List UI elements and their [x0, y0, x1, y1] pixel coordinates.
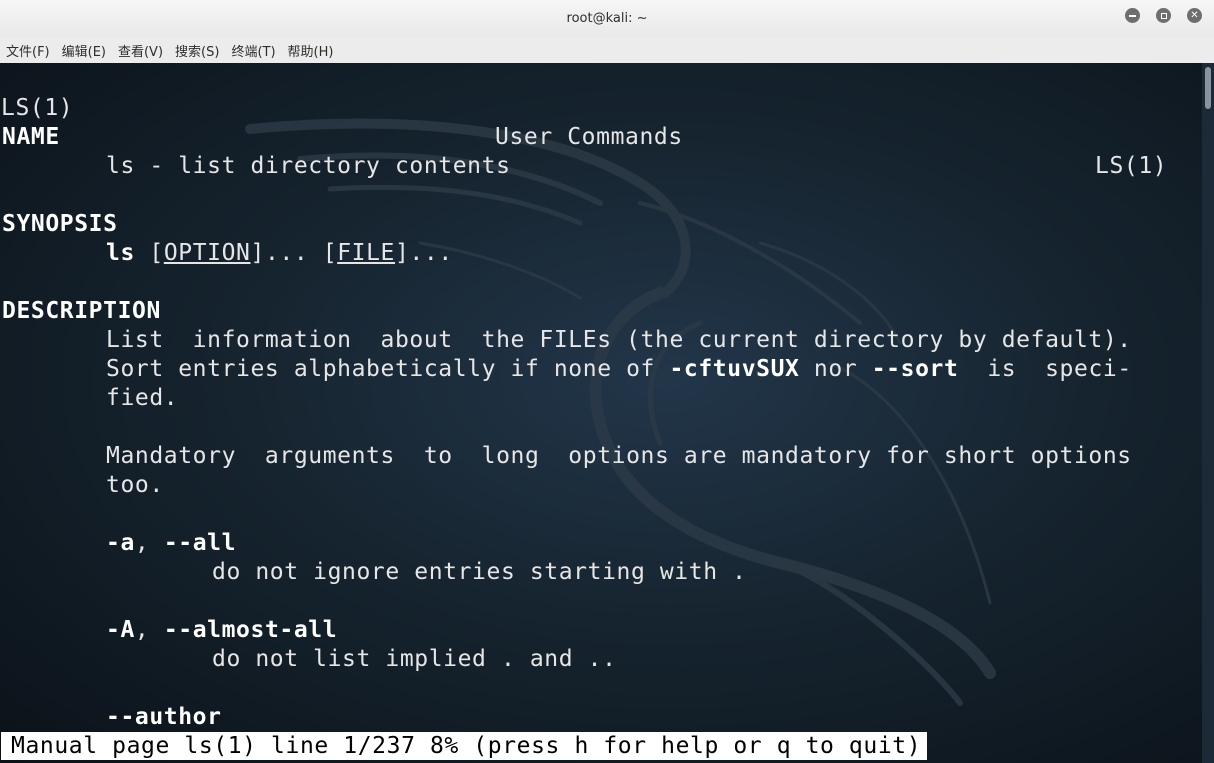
- minimize-icon: [1129, 14, 1136, 17]
- description-line-1: List information about the FILEs (the cu…: [106, 327, 1132, 353]
- option-almost-all: -A, --almost-all: [106, 617, 338, 643]
- description-line-2-mid: nor: [799, 356, 872, 382]
- menu-file[interactable]: 文件(F): [6, 41, 50, 60]
- flag-cftuvsux: -cftuvSUX: [669, 356, 800, 382]
- window-title: root@kali: ~: [566, 11, 648, 26]
- option-almost-all-description: do not list implied . and ..: [212, 646, 617, 672]
- option-a-short: -a: [106, 530, 135, 556]
- header-left: LS(1): [1, 95, 74, 121]
- maximize-button[interactable]: [1156, 8, 1171, 23]
- option-a-long: --all: [163, 530, 237, 556]
- menu-terminal[interactable]: 终端(T): [231, 41, 275, 60]
- mandatory-line-1: Mandatory arguments to long options are …: [106, 443, 1132, 469]
- close-icon: ✕: [1190, 9, 1199, 21]
- title-bar[interactable]: root@kali: ~ ✕: [0, 0, 1214, 38]
- section-description-heading: DESCRIPTION: [2, 298, 161, 324]
- description-line-2-post: is speci-: [958, 356, 1132, 382]
- description-line-2: Sort entries alphabetically if none of -…: [106, 355, 1132, 384]
- option-author: --author: [106, 704, 222, 730]
- pager-status-line: Manual page ls(1) line 1/237 8% (press h…: [1, 732, 928, 760]
- menu-help[interactable]: 帮助(H): [288, 41, 334, 60]
- option-A-long: --almost-all: [163, 617, 338, 643]
- scrollbar-thumb[interactable]: [1205, 67, 1211, 109]
- header-right: LS(1): [1095, 153, 1168, 179]
- menu-edit[interactable]: 编辑(E): [62, 41, 106, 60]
- man-header: LS(1) User Commands LS(1): [0, 65, 1200, 179]
- synopsis-file: FILE: [337, 240, 395, 266]
- menu-view[interactable]: 查看(V): [118, 41, 163, 60]
- terminal-window: root@kali: ~ ✕ 文件(F) 编辑(E) 查看(V) 搜索(S) 终…: [0, 0, 1214, 763]
- description-line-3: fied.: [106, 385, 179, 411]
- option-A-short: -A: [106, 617, 135, 643]
- option-all: -a, --all: [106, 530, 237, 556]
- flag-sort: --sort: [871, 356, 959, 382]
- minimize-button[interactable]: [1125, 8, 1140, 23]
- synopsis-line: ls [OPTION]... [FILE]...: [106, 240, 453, 266]
- description-line-2-pre: Sort entries alphabetically if none of: [106, 356, 670, 382]
- close-button[interactable]: ✕: [1187, 8, 1202, 23]
- option-all-description: do not ignore entries starting with .: [212, 559, 747, 585]
- maximize-icon: [1160, 12, 1167, 19]
- section-name-heading: NAME: [2, 124, 60, 150]
- section-synopsis-heading: SYNOPSIS: [2, 211, 118, 237]
- terminal-area[interactable]: LS(1) User Commands LS(1) NAME ls - list…: [0, 63, 1214, 763]
- terminal-scrollbar[interactable]: [1202, 63, 1214, 763]
- synopsis-command: ls: [106, 240, 135, 266]
- menu-bar: 文件(F) 编辑(E) 查看(V) 搜索(S) 终端(T) 帮助(H): [0, 37, 1214, 63]
- menu-search[interactable]: 搜索(S): [175, 41, 219, 60]
- mandatory-line-2: too.: [106, 472, 164, 498]
- synopsis-option: OPTION: [163, 240, 251, 266]
- name-description: ls - list directory contents: [106, 153, 511, 179]
- header-center: User Commands: [495, 124, 683, 150]
